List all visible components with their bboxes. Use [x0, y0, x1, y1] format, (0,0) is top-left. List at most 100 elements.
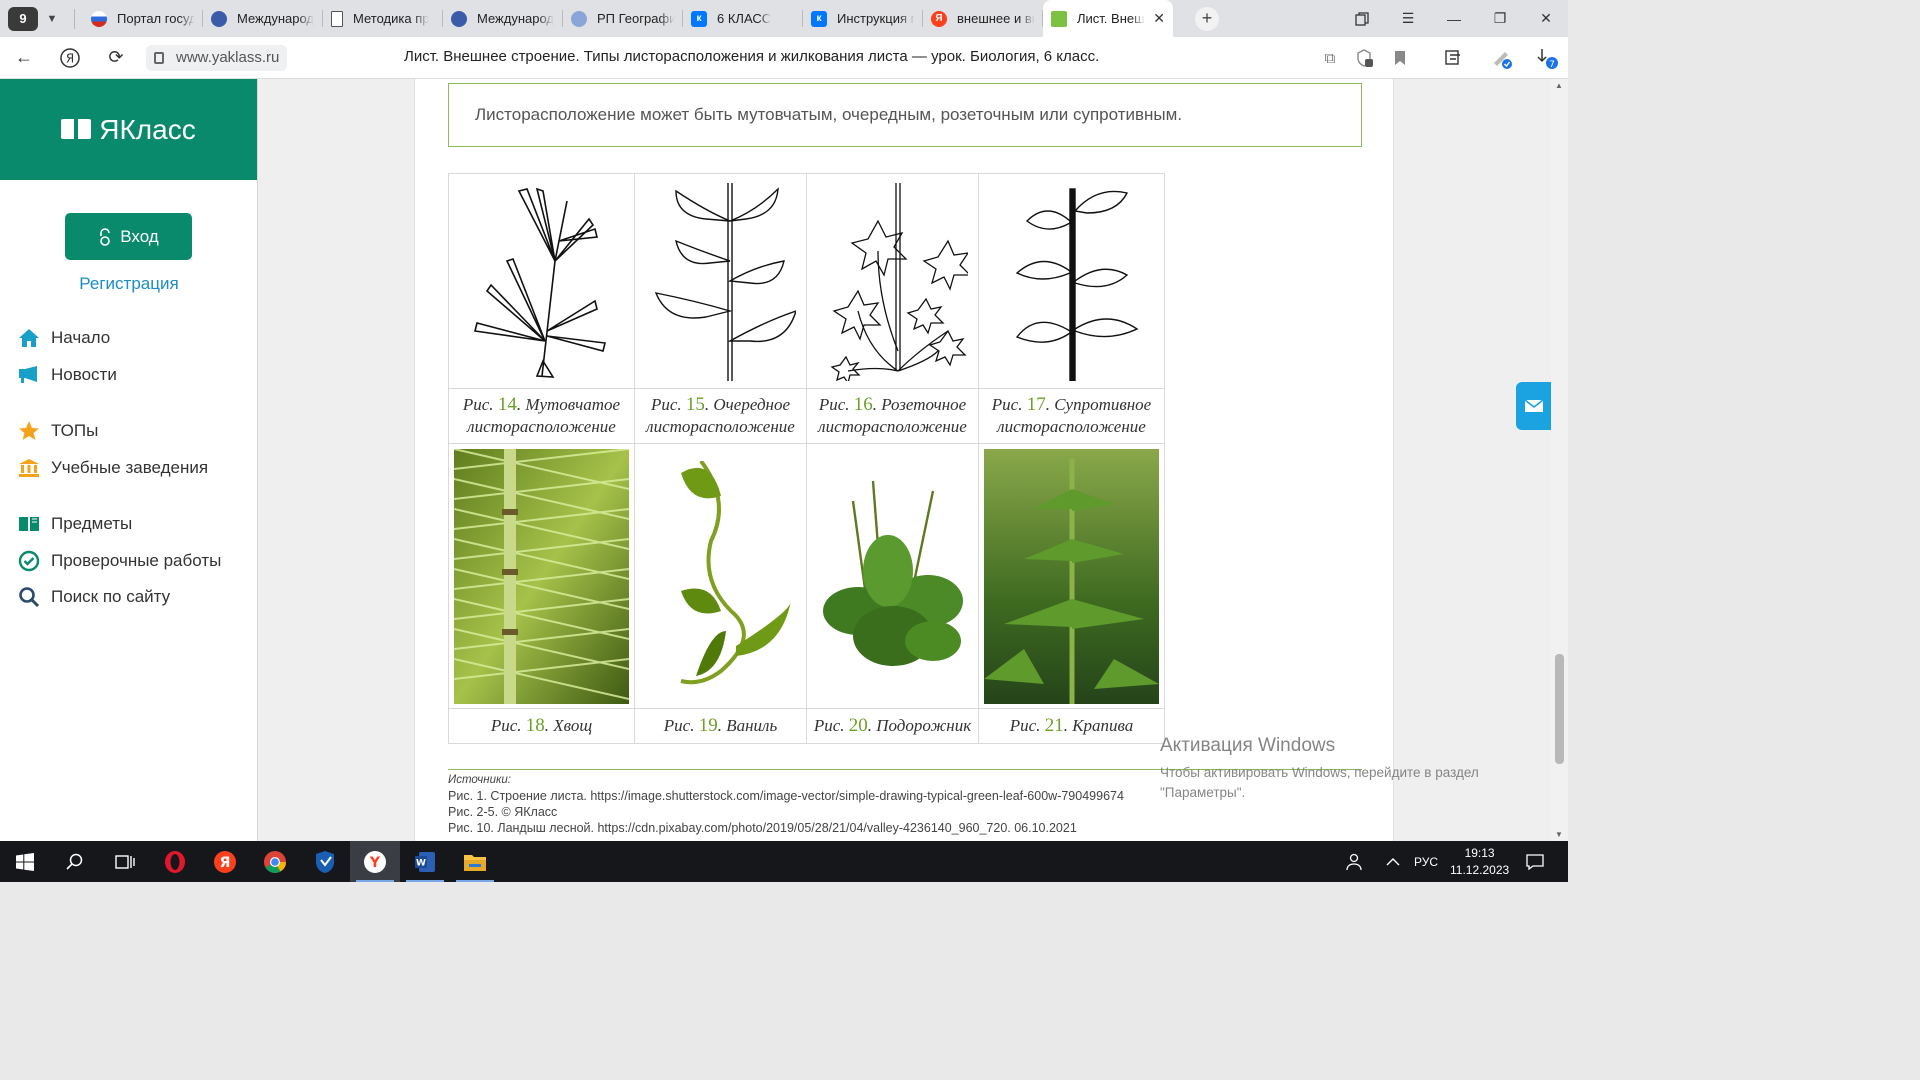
chrome-icon[interactable] [250, 841, 300, 882]
protect-icon[interactable] [1352, 46, 1376, 70]
scroll-down-icon[interactable]: ▼ [1555, 830, 1563, 839]
register-link[interactable]: Регистрация [0, 274, 258, 294]
tray-chevron-up-icon[interactable] [1386, 841, 1400, 882]
restore-icon[interactable]: ❐ [1478, 0, 1522, 37]
russia-flag-icon [91, 10, 107, 27]
collections-icon[interactable] [1441, 46, 1465, 70]
figure-caption: Рис. 15. Очередное листорасположение [634, 388, 807, 444]
figure-cell [978, 443, 1165, 709]
emblem-icon [571, 10, 587, 27]
people-icon[interactable] [1345, 841, 1365, 882]
vanilla-photo [640, 461, 801, 691]
emblem-icon [211, 10, 227, 27]
book-logo-icon [61, 118, 92, 141]
tab-yandex-search[interactable]: Я внешнее и вн [923, 0, 1043, 37]
tab-leaf-lesson[interactable]: Лист. Внеш ✕ [1043, 0, 1173, 37]
notifications-icon[interactable] [1526, 841, 1544, 882]
tab-6-class[interactable]: к 6 КЛАСС [683, 0, 803, 37]
sidebar-item-subjects[interactable]: Предметы [17, 511, 132, 537]
minimize-icon[interactable]: — [1432, 0, 1476, 37]
extension-icon[interactable] [1490, 46, 1514, 70]
plantain-photo [812, 461, 973, 691]
word-icon[interactable]: W [400, 841, 450, 882]
close-icon[interactable]: ✕ [1153, 10, 1165, 27]
window-close-icon[interactable]: ✕ [1524, 0, 1568, 37]
check-circle-icon [17, 549, 41, 573]
scrollbar-thumb[interactable] [1555, 654, 1564, 764]
vk-icon: к [691, 10, 707, 27]
search-icon [17, 585, 41, 609]
figure-caption: Рис. 20. Подорожник [806, 708, 979, 744]
figure-cell [448, 443, 635, 709]
yandex-browser-icon[interactable]: Я [200, 841, 250, 882]
institution-icon [17, 456, 41, 480]
tab-international-1[interactable]: Международ [203, 0, 323, 37]
menu-icon[interactable]: ☰ [1386, 0, 1430, 37]
mail-icon [1524, 399, 1543, 412]
search-icon[interactable] [50, 841, 100, 882]
yaklass-icon [1051, 10, 1067, 27]
note-box: Листорасположение может быть мутовчатым,… [448, 83, 1362, 147]
file-explorer-icon[interactable] [450, 841, 500, 882]
language-indicator[interactable]: РУС [1414, 841, 1438, 882]
windows-taskbar: Я Y W РУС 19:13 11.12.2023 [0, 841, 1568, 882]
feedback-button[interactable] [1516, 382, 1551, 430]
scroll-up-icon[interactable]: ▲ [1555, 81, 1563, 90]
divider [74, 8, 75, 29]
figure-caption: Рис. 19. Ваниль [634, 708, 807, 744]
tabs-manager-icon[interactable] [1340, 0, 1384, 37]
horsetail-photo [454, 448, 629, 704]
figure-cell [978, 173, 1165, 389]
lock-open-icon [100, 227, 111, 246]
opera-icon[interactable] [150, 841, 200, 882]
yaklass-logo[interactable]: ЯКласс [0, 79, 257, 180]
translate-icon[interactable]: ⧉ [1318, 46, 1342, 70]
tab-international-2[interactable]: Международ [443, 0, 563, 37]
yandex-browser-active-icon[interactable]: Y [350, 841, 400, 882]
windows-activation-watermark: Активация Windows Чтобы активировать Win… [1160, 735, 1479, 800]
opposite-leaves-drawing [1015, 188, 1138, 381]
sidebar-item-tops[interactable]: ТОПы [17, 418, 98, 444]
tab-instruction[interactable]: к Инструкция п [803, 0, 923, 37]
tab-count-badge[interactable]: 9 [8, 6, 38, 31]
figure-cell [448, 173, 635, 389]
figure-cell [806, 443, 979, 709]
figure-cell [634, 173, 807, 389]
figure-cell [806, 173, 979, 389]
svg-text:Y: Y [369, 855, 381, 871]
nettle-photo [984, 448, 1159, 704]
tab-methodology[interactable]: Методика пр [323, 0, 443, 37]
tab-rp-geography[interactable]: РП География [563, 0, 683, 37]
rosette-leaves-drawing [829, 183, 968, 381]
page-scrollbar[interactable]: ▲ ▼ [1551, 79, 1568, 841]
windows-start-icon[interactable] [0, 841, 50, 882]
vk-icon: к [811, 10, 827, 27]
downloads-icon[interactable]: 7 [1536, 46, 1560, 70]
sidebar-item-institutions[interactable]: Учебные заведения [17, 455, 208, 481]
reload-icon[interactable]: ⟳ [100, 42, 132, 74]
back-arrow-icon[interactable]: ← [8, 42, 40, 74]
sidebar-item-search[interactable]: Поиск по сайту [17, 584, 170, 610]
new-tab-button[interactable]: + [1195, 6, 1219, 31]
sidebar-item-tests[interactable]: Проверочные работы [17, 548, 221, 574]
sidebar: ЯКласс Вход Регистрация Начало Новости Т… [0, 79, 258, 841]
figure-caption: Рис. 17. Супротивное листорасположение [978, 388, 1165, 444]
clock-date: 11.12.2023 [1450, 862, 1510, 877]
bookmark-icon[interactable] [1388, 46, 1412, 70]
login-button[interactable]: Вход [65, 213, 192, 260]
clock[interactable]: 19:13 11.12.2023 [1450, 841, 1509, 882]
yandex-icon: Я [931, 10, 947, 27]
url-field[interactable]: www.yaklass.ru [146, 44, 288, 71]
alternate-leaves-drawing [654, 183, 796, 381]
svg-text:7: 7 [1549, 60, 1555, 70]
tab-gosuslugi[interactable]: Портал госуда [83, 0, 203, 37]
defender-shield-icon[interactable] [300, 841, 350, 882]
address-bar: ← Я ⟳ www.yaklass.ru Лист. Внешнее строе… [0, 37, 1568, 79]
yandex-home-icon[interactable]: Я [54, 42, 86, 74]
sidebar-item-home[interactable]: Начало [17, 325, 110, 351]
sidebar-item-news[interactable]: Новости [17, 362, 117, 388]
url-text: www.yaklass.ru [176, 49, 280, 66]
task-view-icon[interactable] [100, 841, 150, 882]
figure-caption: Рис. 21. Крапива [978, 708, 1165, 744]
chevron-down-icon[interactable]: ▼ [40, 7, 64, 31]
